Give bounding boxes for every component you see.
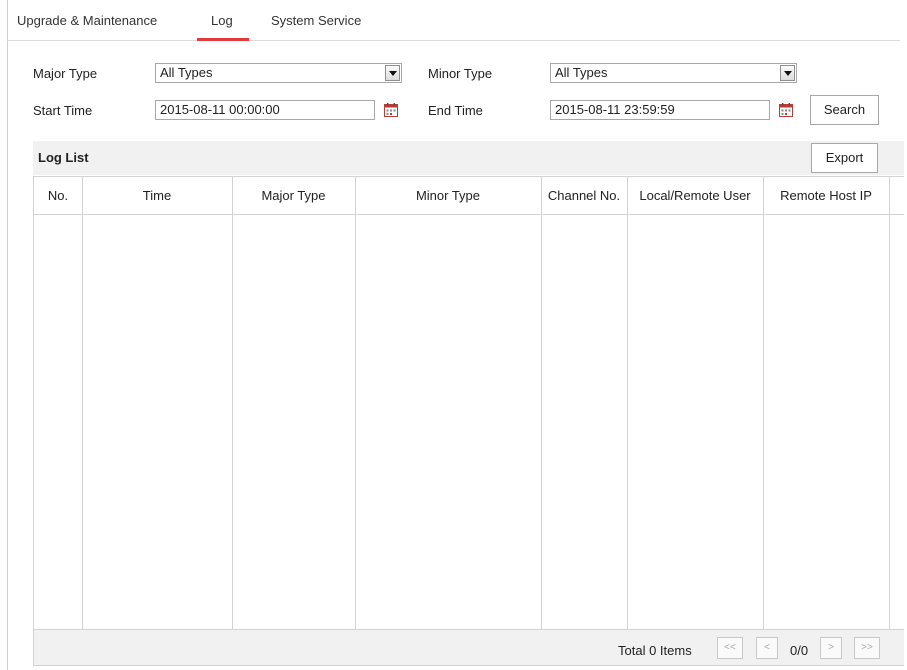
minor-type-value: All Types <box>555 65 608 80</box>
tab-upgrade-maintenance[interactable]: Upgrade & Maintenance <box>17 13 157 28</box>
column-header-major-type: Major Type <box>261 188 326 203</box>
start-time-label: Start Time <box>33 103 93 118</box>
column-divider <box>763 177 764 629</box>
dropdown-arrow-icon[interactable] <box>385 65 400 81</box>
first-page-button[interactable]: << <box>717 637 743 659</box>
tab-system-service[interactable]: System Service <box>271 13 361 28</box>
column-header-minor-type: Minor Type <box>415 188 481 203</box>
minor-type-label: Minor Type <box>428 66 493 81</box>
column-header-local-remote-user: Local/Remote User <box>639 188 751 203</box>
log-list-title: Log List <box>38 150 89 165</box>
total-items-text: Total 0 Items <box>618 643 692 658</box>
column-divider <box>82 177 83 629</box>
tab-log[interactable]: Log <box>211 13 233 28</box>
dropdown-arrow-icon[interactable] <box>780 65 795 81</box>
end-time-label: End Time <box>428 103 483 118</box>
minor-type-select[interactable]: All Types <box>550 63 797 83</box>
column-header-no: No. <box>47 188 69 203</box>
calendar-icon[interactable] <box>779 103 793 117</box>
column-header-remote-host-ip: Remote Host IP <box>780 188 872 203</box>
column-divider <box>355 177 356 629</box>
next-page-button[interactable]: > <box>820 637 842 659</box>
column-divider <box>889 177 890 629</box>
start-time-field[interactable]: 2015-08-11 00:00:00 <box>155 100 375 120</box>
column-divider <box>232 177 233 629</box>
search-button[interactable]: Search <box>810 95 879 125</box>
column-header-channel-no: Channel No. <box>547 188 621 203</box>
log-list-header <box>33 141 904 175</box>
major-type-value: All Types <box>160 65 213 80</box>
major-type-select[interactable]: All Types <box>155 63 402 83</box>
prev-page-button[interactable]: < <box>756 637 778 659</box>
column-divider <box>541 177 542 629</box>
column-divider <box>627 177 628 629</box>
last-page-button[interactable]: >> <box>854 637 880 659</box>
log-table: No. Time Major Type Minor Type Channel N… <box>33 176 904 630</box>
major-type-label: Major Type <box>33 66 98 81</box>
end-time-field[interactable]: 2015-08-11 23:59:59 <box>550 100 770 120</box>
active-tab-indicator <box>197 38 249 41</box>
calendar-icon[interactable] <box>384 103 398 117</box>
page-info: 0/0 <box>790 643 809 658</box>
export-button[interactable]: Export <box>811 143 878 173</box>
column-header-time: Time <box>142 188 172 203</box>
